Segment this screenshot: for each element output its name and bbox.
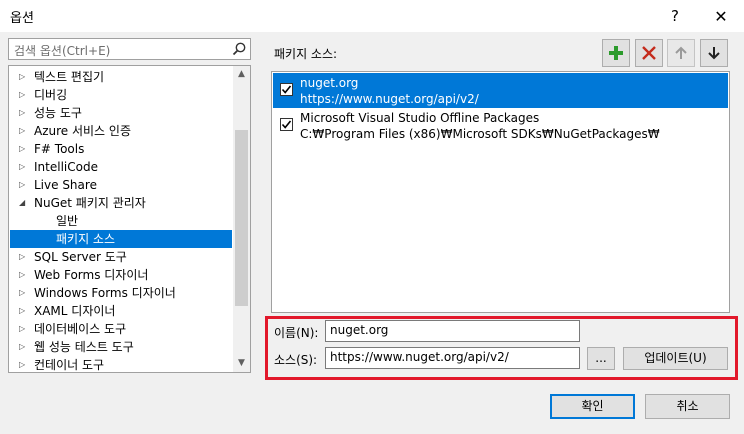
- browse-button[interactable]: ...: [587, 347, 615, 370]
- tree-item-label: IntelliCode: [34, 160, 98, 174]
- collapsed-arrow-icon[interactable]: ▷: [19, 248, 29, 266]
- name-label: 이름(N):: [274, 326, 319, 340]
- tree-item[interactable]: ▷ 디버깅: [10, 86, 232, 104]
- collapsed-arrow-icon[interactable]: ▷: [19, 140, 29, 158]
- move-down-button[interactable]: [700, 39, 728, 67]
- tree-item[interactable]: ▷ 성능 도구: [10, 104, 232, 122]
- ok-button[interactable]: 확인: [550, 394, 635, 419]
- tree-item-label: 텍스트 편집기: [34, 70, 105, 84]
- update-button[interactable]: 업데이트(U): [623, 347, 728, 370]
- tree-item[interactable]: 패키지 소스: [10, 230, 232, 248]
- source-url: C:₩Program Files (x86)₩Microsoft SDKs₩Nu…: [300, 127, 660, 141]
- collapsed-arrow-icon[interactable]: ▷: [19, 104, 29, 122]
- tree-item[interactable]: ▷ Azure 서비스 인증: [10, 122, 232, 140]
- remove-x-icon: [642, 46, 656, 60]
- tree-item-label: 디버깅: [34, 88, 68, 102]
- name-input[interactable]: nuget.org: [325, 320, 580, 342]
- tree-item-label: F# Tools: [34, 142, 85, 156]
- tree-item-label: NuGet 패키지 관리자: [34, 196, 146, 210]
- tree-item-label: SQL Server 도구: [34, 250, 127, 264]
- collapsed-arrow-icon[interactable]: ▷: [19, 122, 29, 140]
- search-placeholder: 검색 옵션(Ctrl+E): [14, 44, 111, 58]
- tree-item-label: 컨테이너 도구: [34, 358, 105, 372]
- tree-item-label: 데이터베이스 도구: [34, 322, 127, 336]
- source-input[interactable]: https://www.nuget.org/api/v2/: [325, 347, 580, 369]
- tree-item-label: XAML 디자이너: [34, 304, 116, 318]
- source-item-nuget[interactable]: nuget.org https://www.nuget.org/api/v2/: [273, 73, 728, 108]
- search-input[interactable]: 검색 옵션(Ctrl+E): [8, 38, 251, 60]
- tree-item-label: Live Share: [34, 178, 97, 192]
- tree-item[interactable]: ▷ 텍스트 편집기: [10, 68, 232, 86]
- expanded-arrow-icon[interactable]: ◢: [19, 194, 29, 212]
- collapsed-arrow-icon[interactable]: ▷: [19, 266, 29, 284]
- plus-icon: [609, 46, 623, 60]
- collapsed-arrow-icon[interactable]: ▷: [19, 86, 29, 104]
- tree-item-label: Azure 서비스 인증: [34, 124, 131, 138]
- tree-item-label: 패키지 소스: [56, 232, 116, 246]
- options-dialog: 옵션 ? ✕ 검색 옵션(Ctrl+E) ▷ 텍스트 편집기 ▷ 디버깅 ▷ 성능 도구 ▷…: [0, 0, 744, 434]
- tree-scrollbar[interactable]: ▲ ▼: [233, 66, 250, 372]
- tree-item[interactable]: ▷ Live Share: [10, 176, 232, 194]
- source-name: nuget.org: [300, 76, 359, 90]
- source-label: 소스(S):: [274, 353, 318, 367]
- collapsed-arrow-icon[interactable]: ▷: [19, 284, 29, 302]
- tree-item-label: 웹 성능 테스트 도구: [34, 340, 134, 354]
- collapsed-arrow-icon[interactable]: ▷: [19, 302, 29, 320]
- search-icon: [232, 42, 246, 56]
- tree-item[interactable]: ▷ 컨테이너 도구: [10, 356, 232, 372]
- collapsed-arrow-icon[interactable]: ▷: [19, 68, 29, 86]
- tree-item[interactable]: 일반: [10, 212, 232, 230]
- source-url: https://www.nuget.org/api/v2/: [300, 92, 479, 106]
- tree-item[interactable]: ▷ F# Tools: [10, 140, 232, 158]
- tree-item[interactable]: ▷ Web Forms 디자이너: [10, 266, 232, 284]
- title-bar: 옵션 ? ✕: [0, 0, 744, 32]
- collapsed-arrow-icon[interactable]: ▷: [19, 338, 29, 356]
- checkmark-icon: [281, 85, 292, 94]
- tree-item-label: Web Forms 디자이너: [34, 268, 149, 282]
- tree-item[interactable]: ▷ Windows Forms 디자이너: [10, 284, 232, 302]
- arrow-down-icon: [708, 47, 720, 60]
- tree-item[interactable]: ◢ NuGet 패키지 관리자: [10, 194, 232, 212]
- source-checkbox[interactable]: [280, 118, 293, 131]
- cancel-button[interactable]: 취소: [645, 394, 730, 419]
- tree-item[interactable]: ▷ XAML 디자이너: [10, 302, 232, 320]
- source-checkbox[interactable]: [280, 83, 293, 96]
- close-button[interactable]: ✕: [698, 0, 744, 32]
- sources-list: nuget.org https://www.nuget.org/api/v2/ …: [271, 71, 730, 313]
- tree-item-label: 일반: [56, 214, 79, 228]
- tree-item[interactable]: ▷ 웹 성능 테스트 도구: [10, 338, 232, 356]
- arrow-up-icon: [675, 46, 687, 59]
- window-title: 옵션: [10, 11, 34, 26]
- scroll-thumb[interactable]: [235, 130, 248, 306]
- move-up-button[interactable]: [667, 39, 695, 67]
- remove-source-button[interactable]: [635, 39, 663, 67]
- tree-item-label: 성능 도구: [34, 106, 82, 120]
- scroll-down-icon[interactable]: ▼: [233, 355, 250, 372]
- tree-item[interactable]: ▷ IntelliCode: [10, 158, 232, 176]
- source-item-offline[interactable]: Microsoft Visual Studio Offline Packages…: [273, 108, 728, 143]
- collapsed-arrow-icon[interactable]: ▷: [19, 320, 29, 338]
- collapsed-arrow-icon[interactable]: ▷: [19, 356, 29, 372]
- tree-item[interactable]: ▷ SQL Server 도구: [10, 248, 232, 266]
- source-name: Microsoft Visual Studio Offline Packages: [300, 111, 540, 125]
- sources-heading: 패키지 소스:: [274, 47, 338, 61]
- tree-item[interactable]: ▷ 데이터베이스 도구: [10, 320, 232, 338]
- scroll-up-icon[interactable]: ▲: [233, 66, 250, 83]
- collapsed-arrow-icon[interactable]: ▷: [19, 176, 29, 194]
- add-source-button[interactable]: [602, 39, 630, 67]
- help-icon: ?: [671, 7, 679, 25]
- collapsed-arrow-icon[interactable]: ▷: [19, 158, 29, 176]
- close-icon: ✕: [714, 6, 728, 26]
- help-button[interactable]: ?: [652, 0, 698, 32]
- checkmark-icon: [281, 120, 292, 129]
- options-tree: ▷ 텍스트 편집기 ▷ 디버깅 ▷ 성능 도구 ▷ Azure 서비스 인증 ▷ F# Tools…: [8, 65, 251, 373]
- tree-item-label: Windows Forms 디자이너: [34, 286, 176, 300]
